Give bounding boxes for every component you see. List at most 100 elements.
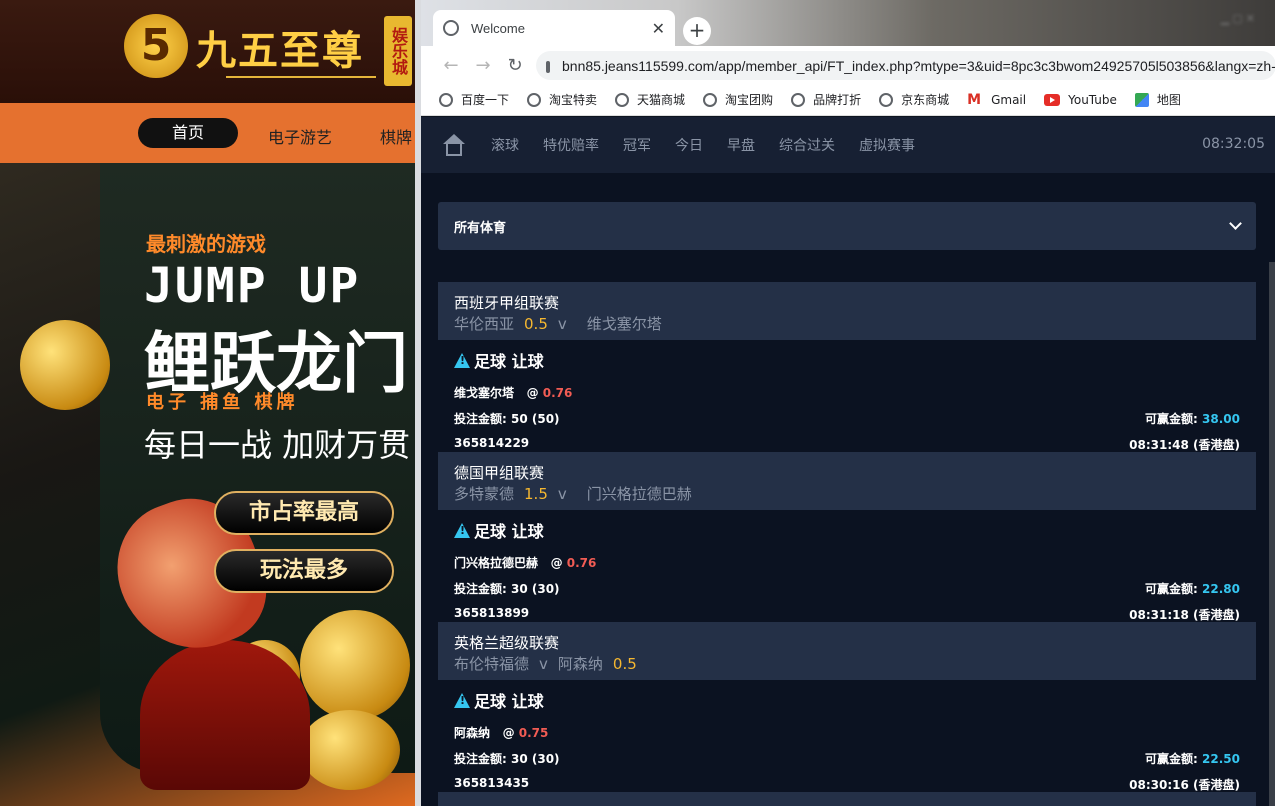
win-label: 可赢金额: bbox=[1145, 752, 1198, 766]
bookmark-brand-discount[interactable]: 品牌打折 bbox=[791, 91, 861, 108]
close-icon[interactable]: ✕ bbox=[652, 19, 665, 38]
stake-row: 投注金额: 30 (30) 可赢金额: 22.80 bbox=[454, 580, 1240, 597]
new-tab-button[interactable]: + bbox=[683, 17, 711, 45]
gmail-icon: M bbox=[967, 91, 982, 108]
bet-time: 08:31:48 (香港盘) bbox=[1129, 438, 1240, 452]
stake-label: 投注金额: bbox=[454, 582, 507, 596]
bet-type-label: 足球 让球 bbox=[474, 522, 544, 541]
nav-outright[interactable]: 冠军 bbox=[623, 135, 651, 155]
bet-details: 足球 让球 门兴格拉德巴赫 @ 0.76 投注金额: 30 (30) 可赢金额: … bbox=[438, 510, 1256, 622]
win-label: 可赢金额: bbox=[1145, 412, 1198, 426]
win-amount: 38.00 bbox=[1202, 412, 1240, 426]
logo-subtitle: 娱乐城 bbox=[384, 16, 412, 86]
bg-nav-home[interactable]: 首页 bbox=[138, 118, 238, 148]
back-arrow-icon[interactable]: ← bbox=[435, 55, 467, 76]
bookmark-label: 品牌打折 bbox=[813, 93, 862, 107]
bookmark-label: 百度一下 bbox=[461, 93, 510, 107]
ticket-row: 365814229 08:31:48 (香港盘) bbox=[454, 436, 1240, 453]
ticket-row: 365813899 08:31:18 (香港盘) bbox=[454, 606, 1240, 623]
stake-row: 投注金额: 30 (30) 可赢金额: 22.50 bbox=[454, 750, 1240, 767]
bookmark-label: 淘宝团购 bbox=[725, 93, 774, 107]
home-team: 多特蒙德 bbox=[454, 485, 515, 503]
bet-header: 德国甲组联赛 多特蒙德 1.5 v 门兴格拉德巴赫 bbox=[438, 452, 1256, 510]
win-amount: 22.80 bbox=[1202, 582, 1240, 596]
bookmark-label: Gmail bbox=[991, 92, 1027, 107]
away-team: 门兴格拉德巴赫 bbox=[586, 485, 692, 503]
bet-card-partial bbox=[438, 792, 1256, 806]
hero-slogan: 每日一战 加财万贯 bbox=[144, 426, 411, 464]
bookmark-youtube[interactable]: YouTube bbox=[1044, 93, 1117, 107]
selection-team: 门兴格拉德巴赫 bbox=[454, 556, 539, 570]
bookmark-taobao-group[interactable]: 淘宝团购 bbox=[703, 91, 773, 108]
selection: 门兴格拉德巴赫 @ 0.76 bbox=[454, 554, 1240, 571]
bet-header: 西班牙甲组联赛 华伦西亚 0.5 v 维戈塞尔塔 bbox=[438, 282, 1256, 340]
bg-nav-cards[interactable]: 棋牌 bbox=[380, 124, 412, 148]
nav-early[interactable]: 早盘 bbox=[727, 135, 755, 155]
bet-time: 08:30:16 (香港盘) bbox=[1129, 778, 1240, 792]
match-line: 布伦特福德 v 阿森纳 0.5 bbox=[454, 653, 1240, 674]
ticket-row: 365813435 08:30:16 (香港盘) bbox=[454, 776, 1240, 793]
lock-icon bbox=[546, 60, 550, 73]
match-line: 华伦西亚 0.5 v 维戈塞尔塔 bbox=[454, 313, 1240, 334]
hero-button-games[interactable]: 玩法最多 bbox=[214, 549, 394, 593]
bet-card: 英格兰超级联赛 布伦特福德 v 阿森纳 0.5 足球 让球 阿森纳 @ 0.75 投注… bbox=[438, 622, 1256, 792]
globe-icon bbox=[879, 92, 894, 107]
bookmark-taobao-sale[interactable]: 淘宝特卖 bbox=[527, 91, 597, 108]
globe-icon bbox=[615, 92, 630, 107]
away-team: 维戈塞尔塔 bbox=[586, 315, 662, 333]
tab-welcome[interactable]: Welcome ✕ bbox=[433, 10, 675, 46]
home-team: 华伦西亚 bbox=[454, 315, 515, 333]
selection-team: 维戈塞尔塔 bbox=[454, 386, 515, 400]
win-amount: 22.50 bbox=[1202, 752, 1240, 766]
league-name: 英格兰超级联赛 bbox=[454, 634, 560, 652]
reload-icon[interactable]: ↻ bbox=[499, 55, 531, 76]
logo-icon: 5 bbox=[124, 14, 188, 78]
bookmark-baidu[interactable]: 百度一下 bbox=[439, 91, 509, 108]
bet-type-label: 足球 让球 bbox=[474, 692, 544, 711]
bg-nav-games[interactable]: 电子游艺 bbox=[268, 124, 332, 148]
globe-icon bbox=[703, 92, 718, 107]
tab-strip: Welcome ✕ + ▁ ▢ ✕ bbox=[421, 0, 1275, 46]
forward-arrow-icon[interactable]: → bbox=[467, 55, 499, 76]
stake-value: 50 (50) bbox=[511, 412, 560, 426]
bookmarks-bar: 百度一下 淘宝特卖 天猫商城 淘宝团购 品牌打折 京东商城 M Gmail You… bbox=[421, 84, 1275, 116]
league-name: 西班牙甲组联赛 bbox=[454, 294, 560, 312]
address-bar[interactable]: bnn85.jeans115599.com/app/member_api/FT_… bbox=[536, 51, 1275, 80]
hero-categories: 电子 捕鱼 棋牌 bbox=[146, 392, 299, 413]
odds: 0.76 bbox=[566, 556, 597, 570]
handicap: 0.5 bbox=[612, 655, 637, 673]
nav-inplay[interactable]: 滚球 bbox=[491, 135, 519, 155]
nav-virtual[interactable]: 虚拟赛事 bbox=[859, 135, 915, 155]
home-icon[interactable] bbox=[441, 134, 467, 156]
window-controls: ▁ ▢ ✕ bbox=[1220, 13, 1255, 25]
bet-card: 德国甲组联赛 多特蒙德 1.5 v 门兴格拉德巴赫 足球 让球 门兴格拉德巴赫 @ 0… bbox=[438, 452, 1256, 622]
bookmark-jd[interactable]: 京东商城 bbox=[879, 91, 949, 108]
bet-card: 西班牙甲组联赛 华伦西亚 0.5 v 维戈塞尔塔 足球 让球 维戈塞尔塔 @ 0.76… bbox=[438, 282, 1256, 452]
vs-label: v bbox=[557, 315, 567, 333]
bookmark-label: 地图 bbox=[1156, 93, 1181, 107]
nav-special-odds[interactable]: 特优赔率 bbox=[543, 135, 599, 155]
bet-header: 英格兰超级联赛 布伦特福德 v 阿森纳 0.5 bbox=[438, 622, 1256, 680]
globe-icon bbox=[443, 20, 459, 36]
coin-icon bbox=[300, 710, 400, 790]
globe-icon bbox=[439, 92, 453, 107]
scrollbar[interactable] bbox=[1269, 262, 1275, 806]
stake-value: 30 (30) bbox=[511, 582, 560, 596]
warning-icon bbox=[454, 352, 470, 368]
hero-button-market[interactable]: 市占率最高 bbox=[214, 491, 394, 535]
match-line: 多特蒙德 1.5 v 门兴格拉德巴赫 bbox=[454, 483, 1240, 504]
bookmark-maps[interactable]: 地图 bbox=[1134, 91, 1181, 108]
sport-filter-dropdown[interactable]: 所有体育 bbox=[438, 202, 1256, 250]
vs-label: v bbox=[557, 485, 567, 503]
nav-today[interactable]: 今日 bbox=[675, 135, 703, 155]
logo-text: 九五至尊 bbox=[196, 27, 364, 74]
maps-icon bbox=[1134, 92, 1149, 107]
nav-parlay[interactable]: 综合过关 bbox=[779, 135, 835, 155]
sport-filter-label: 所有体育 bbox=[454, 220, 507, 236]
handicap: 0.5 bbox=[524, 315, 548, 333]
coin-icon bbox=[20, 320, 110, 410]
bookmark-gmail[interactable]: M Gmail bbox=[967, 93, 1026, 107]
bookmark-tmall[interactable]: 天猫商城 bbox=[615, 91, 685, 108]
ticket-id: 365813435 bbox=[454, 776, 530, 790]
globe-icon bbox=[791, 92, 806, 107]
